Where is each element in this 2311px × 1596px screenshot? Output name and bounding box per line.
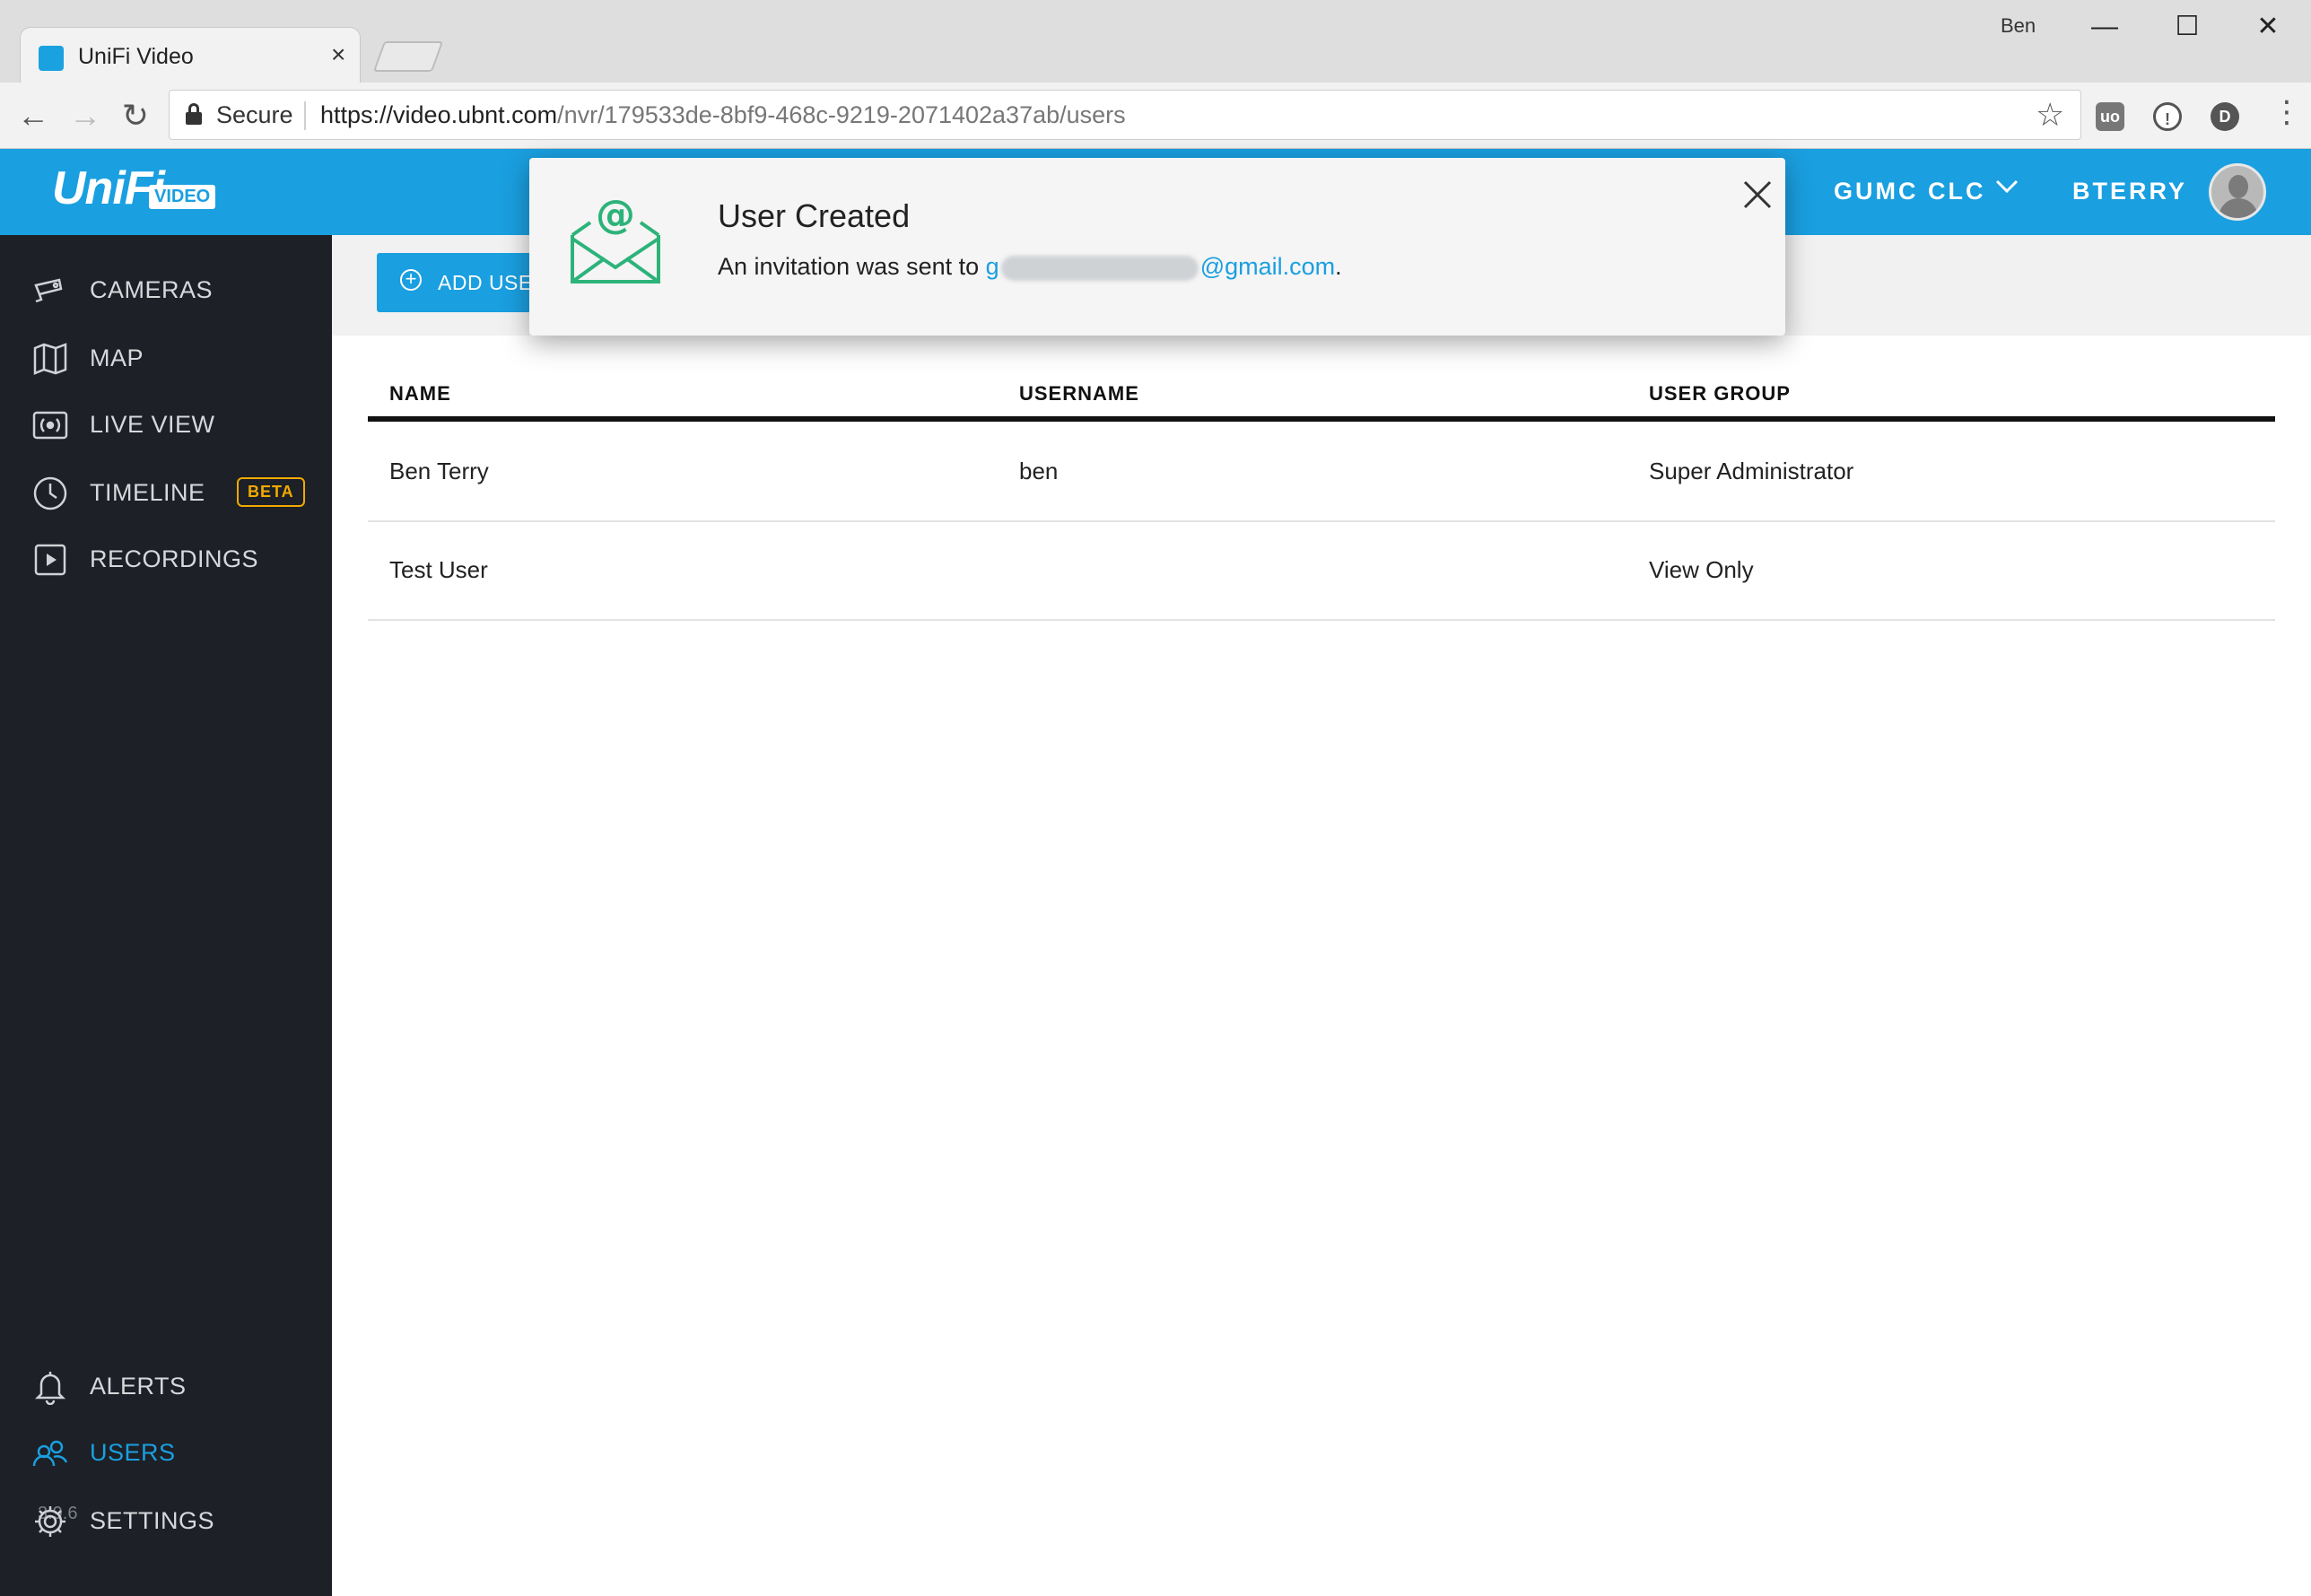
toast-title: User Created	[718, 197, 911, 234]
sidebar-item-label: USERS	[90, 1439, 176, 1466]
cell-username: ben	[1019, 458, 1059, 484]
sidebar-item-label: ALERTS	[90, 1373, 187, 1400]
new-tab-button[interactable]	[372, 41, 444, 72]
clock-icon	[32, 475, 68, 511]
sidebar-item-label: SETTINGS	[90, 1507, 215, 1534]
toast-message-prefix: An invitation was sent to	[718, 253, 986, 280]
sidebar: CAMERAS MAP LIVE VIEW TIMELINE BETA RECO…	[0, 235, 332, 1596]
cell-name: Test User	[389, 556, 488, 583]
browser-titlebar: UniFi Video × Ben — ☐ ✕	[0, 0, 2311, 83]
logo-video-badge: VIDEO	[149, 185, 216, 209]
beta-badge: BETA	[237, 477, 305, 507]
page: UniFi Video × Ben — ☐ ✕ ← → ↻ Secure htt…	[0, 0, 2311, 1596]
sidebar-item-timeline[interactable]: TIMELINE BETA	[0, 465, 332, 519]
bell-icon	[32, 1369, 68, 1406]
window-profile-name[interactable]: Ben	[2001, 14, 2036, 38]
url-separator	[304, 101, 306, 130]
play-icon	[32, 542, 68, 578]
plus-circle-icon: +	[400, 269, 422, 291]
sidebar-item-settings[interactable]: SETTINGS	[0, 1493, 332, 1547]
redacted-email-blur	[1000, 255, 1199, 281]
sidebar-item-label: MAP	[90, 344, 144, 371]
sidebar-item-label: RECORDINGS	[90, 545, 259, 572]
browser-menu-icon[interactable]: ⋮	[2272, 97, 2302, 127]
url-text[interactable]: https://video.ubnt.com/nvr/179533de-8bf9…	[320, 101, 1126, 129]
minimize-button[interactable]: —	[2078, 7, 2132, 47]
forward-arrow-icon[interactable]: →	[65, 95, 106, 136]
users-icon	[32, 1435, 68, 1471]
column-header-user-group[interactable]: USER GROUP	[1649, 382, 1791, 406]
sidebar-item-cameras[interactable]: CAMERAS	[0, 262, 332, 316]
toast-message-suffix: .	[1335, 253, 1342, 280]
maximize-button[interactable]: ☐	[2160, 7, 2214, 47]
lock-icon	[186, 103, 202, 125]
secure-label: Secure	[216, 101, 293, 128]
email-start: g	[985, 253, 999, 280]
column-header-username[interactable]: USERNAME	[1019, 382, 1139, 406]
unifi-logo[interactable]: UniFi	[52, 161, 165, 215]
cell-user-group: Super Administrator	[1649, 458, 1854, 484]
gear-icon	[32, 1504, 68, 1539]
id-extension-icon[interactable]: D	[2211, 102, 2239, 131]
sidebar-item-label: CAMERAS	[90, 276, 214, 303]
sidebar-item-alerts[interactable]: ALERTS	[0, 1358, 332, 1412]
browser-tab[interactable]: UniFi Video ×	[20, 27, 361, 83]
email-end: @gmail.com	[1199, 253, 1336, 280]
sidebar-item-users[interactable]: USERS	[0, 1425, 332, 1478]
reload-icon[interactable]: ↻	[115, 95, 156, 136]
unifi-favicon-icon	[39, 46, 64, 71]
chevron-down-icon[interactable]	[1993, 172, 2020, 205]
table-row[interactable]: Ben Terry ben Super Administrator	[368, 422, 2275, 520]
url-path: /nvr/179533de-8bf9-468c-9219-2071402a37a…	[557, 101, 1126, 128]
info-extension-icon[interactable]: !	[2153, 102, 2182, 131]
user-menu[interactable]: BTERRY	[2072, 178, 2187, 205]
camera-icon	[32, 273, 68, 309]
avatar[interactable]	[2209, 163, 2266, 221]
close-icon[interactable]	[1737, 174, 1778, 215]
site-selector[interactable]: GUMC CLC	[1834, 178, 1985, 205]
ublock-extension-icon[interactable]: uo	[2096, 102, 2124, 131]
bookmark-star-icon[interactable]: ☆	[2036, 96, 2064, 134]
cell-name: Ben Terry	[389, 458, 489, 484]
close-window-button[interactable]: ✕	[2241, 7, 2295, 47]
back-arrow-icon[interactable]: ←	[13, 95, 54, 136]
table-row[interactable]: Test User View Only	[368, 522, 2275, 619]
sidebar-item-label: TIMELINE	[90, 479, 205, 506]
browser-toolbar: ← → ↻ Secure https://video.ubnt.com/nvr/…	[0, 83, 2311, 149]
sidebar-item-map[interactable]: MAP	[0, 330, 332, 384]
tab-title: UniFi Video	[78, 44, 194, 69]
user-created-toast: @ User Created An invitation was sent to…	[529, 158, 1785, 336]
tab-close-icon[interactable]: ×	[331, 40, 345, 69]
map-icon	[32, 341, 68, 377]
toast-message: An invitation was sent to g @gmail.com.	[718, 253, 1342, 281]
live-view-icon	[32, 407, 68, 443]
column-header-name[interactable]: NAME	[389, 382, 451, 406]
cell-user-group: View Only	[1649, 556, 1754, 583]
address-bar[interactable]: Secure https://video.ubnt.com/nvr/179533…	[169, 90, 2081, 140]
sidebar-item-recordings[interactable]: RECORDINGS	[0, 531, 332, 585]
sidebar-item-label: LIVE VIEW	[90, 411, 215, 438]
envelope-at-icon: @	[569, 192, 662, 287]
sidebar-item-live-view[interactable]: LIVE VIEW	[0, 397, 332, 450]
url-host: https://video.ubnt.com	[320, 101, 558, 128]
svg-text:@: @	[596, 194, 635, 238]
row-divider	[368, 619, 2275, 621]
